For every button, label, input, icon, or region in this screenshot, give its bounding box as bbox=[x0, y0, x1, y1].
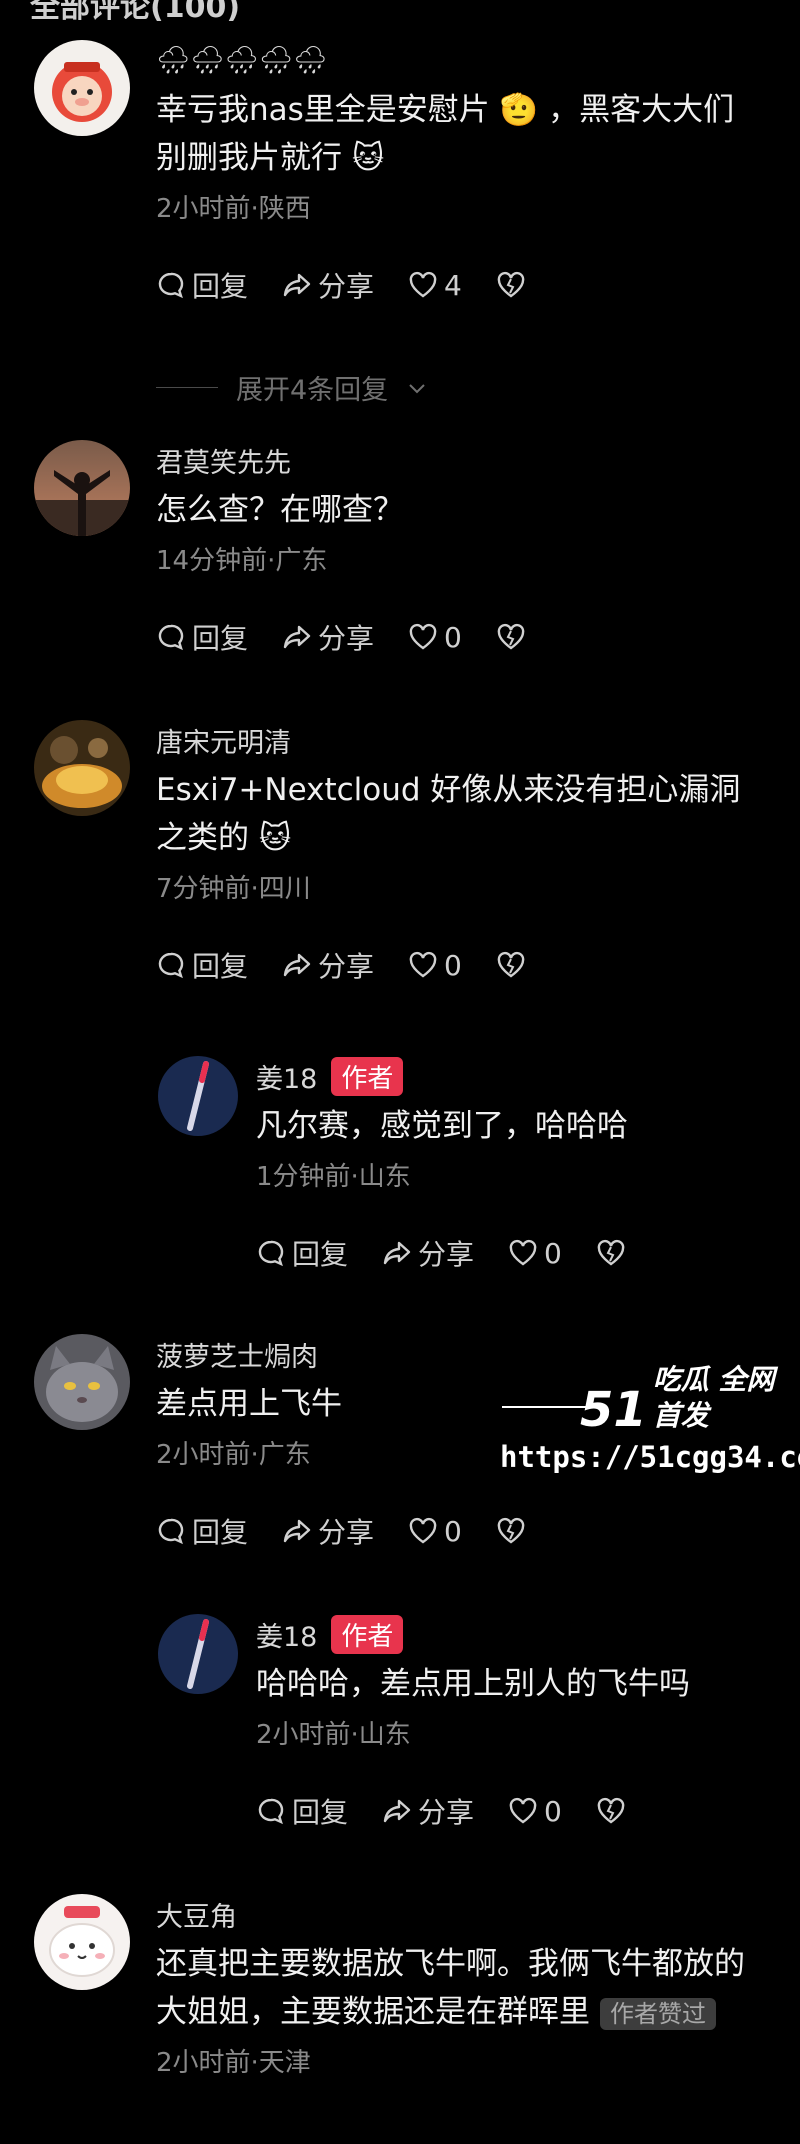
expand-replies-button[interactable]: 展开4条回复 bbox=[156, 368, 428, 407]
avatar[interactable] bbox=[158, 1056, 238, 1136]
dislike-button[interactable] bbox=[496, 950, 526, 980]
watermark-logo: 51 bbox=[580, 1382, 647, 1438]
share-button[interactable]: 分享 bbox=[382, 1791, 474, 1831]
username[interactable]: 菠萝芝士焗肉 bbox=[156, 1335, 318, 1374]
share-icon bbox=[283, 1519, 311, 1543]
broken-heart-icon bbox=[497, 951, 525, 978]
share-icon bbox=[283, 273, 311, 297]
share-button[interactable]: 分享 bbox=[282, 617, 374, 657]
reply-icon bbox=[158, 952, 184, 979]
comment-meta: 7分钟前·四川 bbox=[156, 874, 311, 904]
broken-heart-icon bbox=[497, 623, 525, 650]
dislike-button[interactable] bbox=[496, 270, 526, 300]
share-button[interactable]: 分享 bbox=[382, 1233, 474, 1273]
avatar[interactable] bbox=[34, 1894, 130, 1990]
dislike-button[interactable] bbox=[596, 1796, 626, 1826]
reply-icon bbox=[158, 272, 184, 299]
reply-button[interactable]: 回复 bbox=[156, 945, 248, 985]
like-button[interactable]: 0 bbox=[408, 949, 462, 982]
like-button[interactable]: 0 bbox=[508, 1795, 562, 1828]
share-button[interactable]: 分享 bbox=[282, 265, 374, 305]
avatar[interactable] bbox=[34, 40, 130, 136]
author-badge: 作者 bbox=[331, 1614, 404, 1654]
broken-heart-icon bbox=[497, 271, 525, 298]
share-button[interactable]: 分享 bbox=[282, 1511, 374, 1551]
comment-text: 哈哈哈，差点用上别人的飞牛吗 bbox=[256, 1666, 690, 1702]
share-icon bbox=[283, 953, 311, 977]
comment-actions: 回复 分享 4 bbox=[156, 265, 774, 305]
site-watermark: 51 吃瓜 全网首发 https://51cgg34.com bbox=[500, 1362, 800, 1474]
comment-text: Esxi7+Nextcloud 好像从来没有担心漏洞 之类的 🐱 bbox=[156, 772, 741, 856]
watermark-underline bbox=[502, 1406, 592, 1408]
author-liked-tag: 作者赞过 bbox=[600, 1997, 716, 2030]
heart-icon bbox=[509, 1797, 537, 1824]
share-icon bbox=[383, 1799, 411, 1823]
watermark-slogan: 吃瓜 全网首发 bbox=[652, 1363, 775, 1432]
comment-meta: 2小时前·山东 bbox=[256, 1720, 411, 1750]
avatar[interactable] bbox=[158, 1614, 238, 1694]
comment-text: 怎么查？在哪查？ bbox=[156, 492, 404, 528]
dislike-button[interactable] bbox=[496, 1516, 526, 1546]
username[interactable]: 君莫笑先先 bbox=[156, 441, 291, 480]
reply-icon bbox=[158, 1518, 184, 1545]
comment-actions: 回复 分享 0 bbox=[156, 617, 774, 657]
reply-icon bbox=[158, 624, 184, 651]
dislike-button[interactable] bbox=[596, 1238, 626, 1268]
divider bbox=[156, 387, 218, 388]
comment-text: 还真把主要数据放飞牛啊。我俩飞牛都放的 大姐姐，主要数据还是在群晖里 作者赞过 bbox=[156, 1946, 745, 2030]
reply-button[interactable]: 回复 bbox=[256, 1233, 348, 1273]
broken-heart-icon bbox=[497, 1517, 525, 1544]
heart-icon bbox=[509, 1239, 537, 1266]
reply-button[interactable]: 回复 bbox=[156, 265, 248, 305]
comment-meta: 1分钟前·山东 bbox=[256, 1162, 411, 1192]
watermark-url: https://51cgg34.com bbox=[500, 1440, 800, 1474]
avatar[interactable] bbox=[34, 440, 130, 536]
like-button[interactable]: 0 bbox=[408, 1515, 462, 1548]
share-icon bbox=[283, 625, 311, 649]
reply-button[interactable]: 回复 bbox=[256, 1791, 348, 1831]
like-count: 4 bbox=[444, 268, 462, 302]
heart-icon bbox=[409, 1517, 437, 1544]
comment-actions: 回复 分享 0 bbox=[156, 1511, 774, 1551]
like-button[interactable]: 4 bbox=[408, 269, 462, 302]
like-count: 0 bbox=[544, 1236, 562, 1270]
like-count: 0 bbox=[544, 1794, 562, 1828]
reply-button[interactable]: 回复 bbox=[156, 1511, 248, 1551]
reply-icon bbox=[258, 1240, 284, 1267]
dislike-button[interactable] bbox=[496, 622, 526, 652]
avatar[interactable] bbox=[34, 720, 130, 816]
username[interactable]: 姜18 bbox=[256, 1057, 317, 1096]
broken-heart-icon bbox=[597, 1797, 625, 1824]
username[interactable]: 大豆角 bbox=[156, 1895, 237, 1934]
share-icon bbox=[383, 1241, 411, 1265]
username[interactable]: 唐宋元明清 bbox=[156, 721, 291, 760]
comment-meta: 2小时前·天津 bbox=[156, 2048, 311, 2078]
comments-header: 全部评论(100) bbox=[30, 0, 241, 25]
comment-actions: 回复 分享 0 bbox=[256, 1233, 778, 1273]
reply-button[interactable]: 回复 bbox=[156, 617, 248, 657]
comment-actions: 回复 分享 0 bbox=[156, 945, 774, 985]
like-button[interactable]: 0 bbox=[508, 1237, 562, 1270]
heart-icon bbox=[409, 951, 437, 978]
comment-text: 凡尔赛，感觉到了，哈哈哈 bbox=[256, 1108, 628, 1144]
username[interactable]: 🌧🌧🌧🌧🌧 bbox=[156, 44, 327, 76]
comment-meta: 14分钟前·广东 bbox=[156, 546, 328, 576]
avatar[interactable] bbox=[34, 1334, 130, 1430]
share-button[interactable]: 分享 bbox=[282, 945, 374, 985]
heart-icon bbox=[409, 623, 437, 650]
chevron-down-icon bbox=[409, 383, 425, 393]
comment-meta: 2小时前·陕西 bbox=[156, 194, 311, 224]
author-badge: 作者 bbox=[331, 1056, 404, 1096]
username[interactable]: 姜18 bbox=[256, 1615, 317, 1654]
like-count: 0 bbox=[444, 620, 462, 654]
like-count: 0 bbox=[444, 1514, 462, 1548]
like-count: 0 bbox=[444, 948, 462, 982]
reply-icon bbox=[258, 1798, 284, 1825]
broken-heart-icon bbox=[597, 1239, 625, 1266]
like-button[interactable]: 0 bbox=[408, 621, 462, 654]
comment-actions: 回复 分享 0 bbox=[256, 1791, 778, 1831]
comment-text: 幸亏我nas里全是安慰片 🫡 ，黑客大大们 别删我片就行 🐱 bbox=[156, 92, 735, 176]
heart-icon bbox=[409, 271, 437, 298]
